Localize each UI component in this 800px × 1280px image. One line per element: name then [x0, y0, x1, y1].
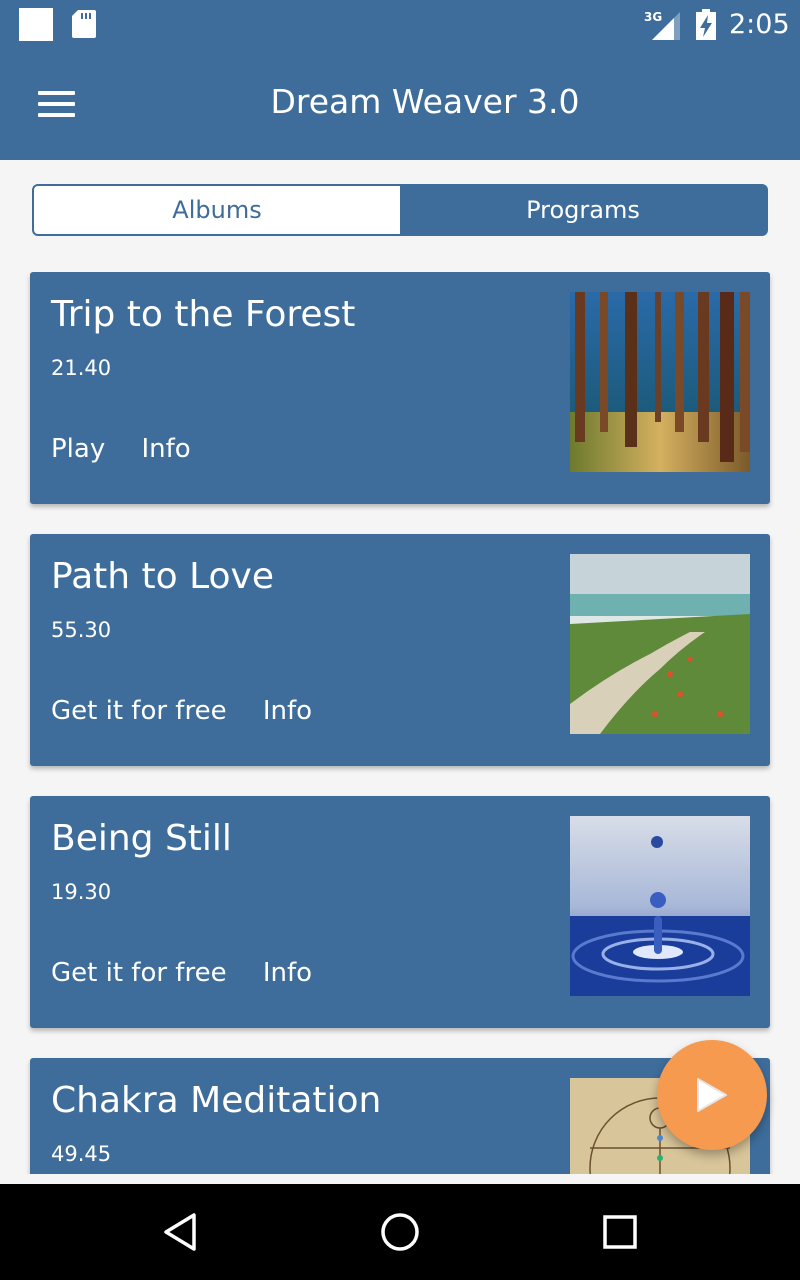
app-bar: Dream Weaver 3.0: [0, 50, 800, 160]
battery-charging-icon: [696, 9, 716, 40]
album-card[interactable]: Trip to the Forest 21.40 Play Info: [30, 272, 770, 504]
album-list[interactable]: Trip to the Forest 21.40 Play Info Path …: [0, 272, 800, 1174]
album-title: Path to Love: [51, 556, 275, 597]
tab-albums[interactable]: Albums: [34, 186, 400, 234]
tab-programs[interactable]: Programs: [400, 186, 766, 234]
water-drop-image[interactable]: [570, 816, 750, 996]
status-bar: 3G 2:05: [0, 0, 800, 50]
notification-square-icon: [19, 8, 53, 41]
status-time: 2:05: [729, 9, 790, 40]
network-type-label: 3G: [644, 10, 662, 24]
get-free-button[interactable]: Get it for free: [51, 958, 227, 988]
navigation-bar: [0, 1184, 800, 1280]
back-icon[interactable]: [150, 1212, 210, 1252]
forest-image[interactable]: [570, 292, 750, 472]
get-free-button[interactable]: Get it for free: [51, 696, 227, 726]
album-duration: 49.45: [51, 1142, 112, 1166]
app-title: Dream Weaver 3.0: [270, 82, 580, 121]
album-title: Trip to the Forest: [51, 294, 356, 335]
play-fab[interactable]: [657, 1040, 767, 1150]
album-card[interactable]: Path to Love 55.30 Get it for free Info: [30, 534, 770, 766]
album-duration: 55.30: [51, 618, 112, 642]
album-card[interactable]: Chakra Meditation 49.45: [30, 1058, 770, 1174]
play-button[interactable]: Play: [51, 434, 105, 464]
album-title: Being Still: [51, 818, 232, 859]
home-icon[interactable]: [370, 1212, 430, 1252]
album-card[interactable]: Being Still 19.30 Get it for free Info: [30, 796, 770, 1028]
recents-icon[interactable]: [590, 1212, 650, 1252]
album-duration: 21.40: [51, 356, 112, 380]
beach-path-image[interactable]: [570, 554, 750, 734]
signal-icon: 3G: [644, 10, 680, 40]
play-icon: [697, 1078, 727, 1112]
info-button[interactable]: Info: [263, 696, 312, 726]
info-button[interactable]: Info: [263, 958, 312, 988]
album-title: Chakra Meditation: [51, 1080, 382, 1121]
album-duration: 19.30: [51, 880, 112, 904]
info-button[interactable]: Info: [142, 434, 191, 464]
tab-bar: Albums Programs: [32, 184, 768, 236]
sd-card-icon: [72, 10, 96, 38]
